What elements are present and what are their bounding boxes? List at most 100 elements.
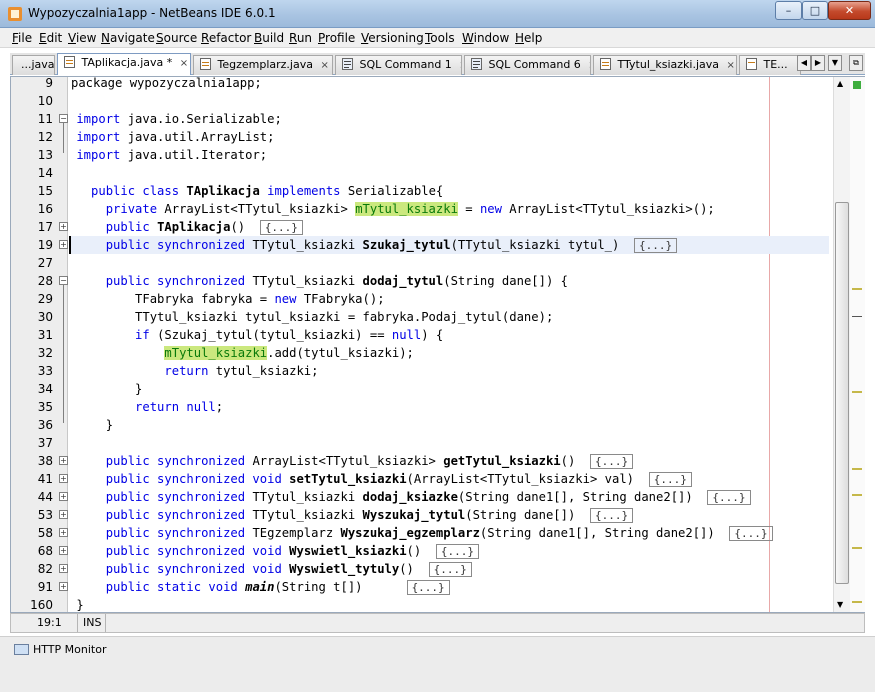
fold-expand-icon[interactable]: + bbox=[59, 546, 68, 555]
line-number: 44 bbox=[37, 490, 53, 504]
tab-list-dropdown-icon[interactable]: ▼ bbox=[828, 55, 842, 71]
line-number: 29 bbox=[37, 292, 53, 306]
tab-close-icon[interactable]: × bbox=[320, 60, 328, 71]
menu-file[interactable]: File bbox=[12, 31, 32, 45]
restore-window-icon[interactable]: ⧉ bbox=[849, 55, 863, 71]
line-number: 36 bbox=[37, 418, 53, 432]
menu-run[interactable]: Run bbox=[289, 31, 312, 45]
tab-ttytul-ksiazki[interactable]: TTytul_ksiazki.java × bbox=[593, 55, 737, 75]
code-line: return tytul_ksiazki; bbox=[164, 364, 319, 378]
occurrence-mark[interactable] bbox=[852, 547, 862, 549]
tab-taplikacja[interactable]: TAplikacja.java * × bbox=[57, 53, 191, 75]
code-line: public synchronized void setTytul_ksiazk… bbox=[69, 470, 829, 488]
collapsed-code-fold[interactable]: {...} bbox=[590, 454, 634, 469]
menu-source[interactable]: Source bbox=[156, 31, 197, 45]
line-number: 32 bbox=[37, 346, 53, 360]
menu-profile[interactable]: Profile bbox=[318, 31, 355, 45]
code-area[interactable]: package wypozyczalnia1app; import java.i… bbox=[69, 77, 829, 612]
menu-bar: File Edit View Navigate Source Refactor … bbox=[0, 28, 875, 48]
error-stripe[interactable] bbox=[850, 77, 865, 612]
tab-java-truncated[interactable]: ...java bbox=[12, 55, 55, 75]
line-number: 35 bbox=[37, 400, 53, 414]
occurrence-mark[interactable] bbox=[852, 391, 862, 393]
collapsed-code-fold[interactable]: {...} bbox=[428, 562, 472, 577]
fold-expand-icon[interactable]: + bbox=[59, 492, 68, 501]
tab-close-icon[interactable]: × bbox=[459, 60, 461, 71]
tab-close-icon[interactable]: × bbox=[180, 58, 188, 69]
tab-sql-command-1[interactable]: SQL Command 1 × bbox=[335, 55, 462, 75]
insert-mode[interactable]: INS bbox=[83, 616, 101, 629]
collapsed-code-fold[interactable]: {...} bbox=[590, 508, 634, 523]
menu-view[interactable]: View bbox=[68, 31, 96, 45]
code-line: public class TAplikacja implements Seria… bbox=[91, 184, 444, 198]
java-file-icon bbox=[746, 58, 757, 70]
code-line-current: public synchronized TTytul_ksiazki Szuka… bbox=[69, 236, 829, 254]
fold-expand-icon[interactable]: + bbox=[59, 456, 68, 465]
http-monitor-tab[interactable]: HTTP Monitor bbox=[14, 643, 106, 656]
tab-tegzemplarz[interactable]: Tegzemplarz.java × bbox=[193, 55, 333, 75]
monitor-icon bbox=[14, 644, 29, 655]
collapsed-code-fold[interactable]: {...} bbox=[259, 220, 303, 235]
title-bar: Wypozyczalnia1app - NetBeans IDE 6.0.1 –… bbox=[0, 0, 875, 28]
fold-expand-icon[interactable]: + bbox=[59, 582, 68, 591]
fold-expand-icon[interactable]: + bbox=[59, 240, 68, 249]
line-number: 17 bbox=[37, 220, 53, 234]
menu-help[interactable]: Help bbox=[515, 31, 542, 45]
fold-collapse-icon[interactable]: − bbox=[59, 276, 68, 285]
collapsed-code-fold[interactable]: {...} bbox=[648, 472, 692, 487]
minimize-button[interactable]: – bbox=[775, 1, 802, 20]
fold-expand-icon[interactable]: + bbox=[59, 222, 68, 231]
line-number: 91 bbox=[37, 580, 53, 594]
scrollbar-thumb[interactable] bbox=[835, 202, 849, 584]
occurrence-mark[interactable] bbox=[852, 601, 862, 603]
tab-label: ...java bbox=[21, 58, 55, 71]
occurrence-mark[interactable] bbox=[852, 288, 862, 290]
fold-expand-icon[interactable]: + bbox=[59, 528, 68, 537]
menu-versioning[interactable]: Versioning bbox=[361, 31, 424, 45]
collapsed-code-fold[interactable]: {...} bbox=[634, 238, 678, 253]
tab-sql-command-6[interactable]: SQL Command 6 × bbox=[464, 55, 591, 75]
menu-navigate[interactable]: Navigate bbox=[101, 31, 155, 45]
tab-label: Tegzemplarz.java bbox=[217, 58, 313, 71]
tab-close-icon[interactable]: × bbox=[727, 60, 735, 71]
code-line: public TAplikacja() {...} bbox=[69, 218, 829, 236]
menu-tools[interactable]: Tools bbox=[425, 31, 455, 45]
code-editor[interactable]: 9 10 11 12 13 14 15 16 17 19 27 28 29 30… bbox=[10, 76, 865, 613]
maximize-button[interactable]: □ bbox=[802, 1, 828, 20]
line-number: 13 bbox=[37, 148, 53, 162]
editor-tab-bar: ...java TAplikacja.java * × Tegzemplarz.… bbox=[10, 53, 865, 75]
tab-te-truncated[interactable]: TE... bbox=[739, 55, 801, 75]
fold-collapse-icon[interactable]: − bbox=[59, 114, 68, 123]
menu-build[interactable]: Build bbox=[254, 31, 284, 45]
code-line: TFabryka fabryka = new TFabryka(); bbox=[135, 292, 385, 306]
fold-expand-icon[interactable]: + bbox=[59, 510, 68, 519]
collapsed-code-fold[interactable]: {...} bbox=[406, 580, 450, 595]
tab-label: TAplikacja.java * bbox=[81, 56, 173, 69]
tab-close-icon[interactable]: × bbox=[588, 60, 590, 71]
collapsed-code-fold[interactable]: {...} bbox=[435, 544, 480, 559]
line-number: 12 bbox=[37, 130, 53, 144]
collapsed-code-fold[interactable]: {...} bbox=[729, 526, 773, 541]
tab-scroll-left-icon[interactable]: ◀ bbox=[797, 55, 811, 71]
status-ok-icon bbox=[853, 81, 861, 89]
status-divider bbox=[77, 614, 78, 632]
code-line: public synchronized TTytul_ksiazki dodaj… bbox=[69, 488, 829, 506]
scroll-up-icon[interactable]: ▲ bbox=[837, 79, 843, 88]
scroll-down-icon[interactable]: ▼ bbox=[837, 600, 843, 609]
menu-window[interactable]: Window bbox=[462, 31, 509, 45]
code-line: public synchronized ArrayList<TTytul_ksi… bbox=[69, 452, 829, 470]
menu-edit[interactable]: Edit bbox=[39, 31, 62, 45]
collapsed-code-fold[interactable]: {...} bbox=[707, 490, 751, 505]
fold-guide bbox=[63, 123, 64, 153]
line-number: 19 bbox=[37, 238, 53, 252]
menu-refactor[interactable]: Refactor bbox=[201, 31, 251, 45]
vertical-scrollbar[interactable]: ▲ ▼ bbox=[833, 77, 850, 612]
fold-expand-icon[interactable]: + bbox=[59, 474, 68, 483]
code-line: } bbox=[105, 418, 114, 432]
occurrence-mark[interactable] bbox=[852, 468, 862, 470]
close-button[interactable]: ✕ bbox=[828, 1, 871, 20]
occurrence-mark[interactable] bbox=[852, 494, 862, 496]
line-number: 27 bbox=[37, 256, 53, 270]
tab-scroll-right-icon[interactable]: ▶ bbox=[811, 55, 825, 71]
fold-expand-icon[interactable]: + bbox=[59, 564, 68, 573]
